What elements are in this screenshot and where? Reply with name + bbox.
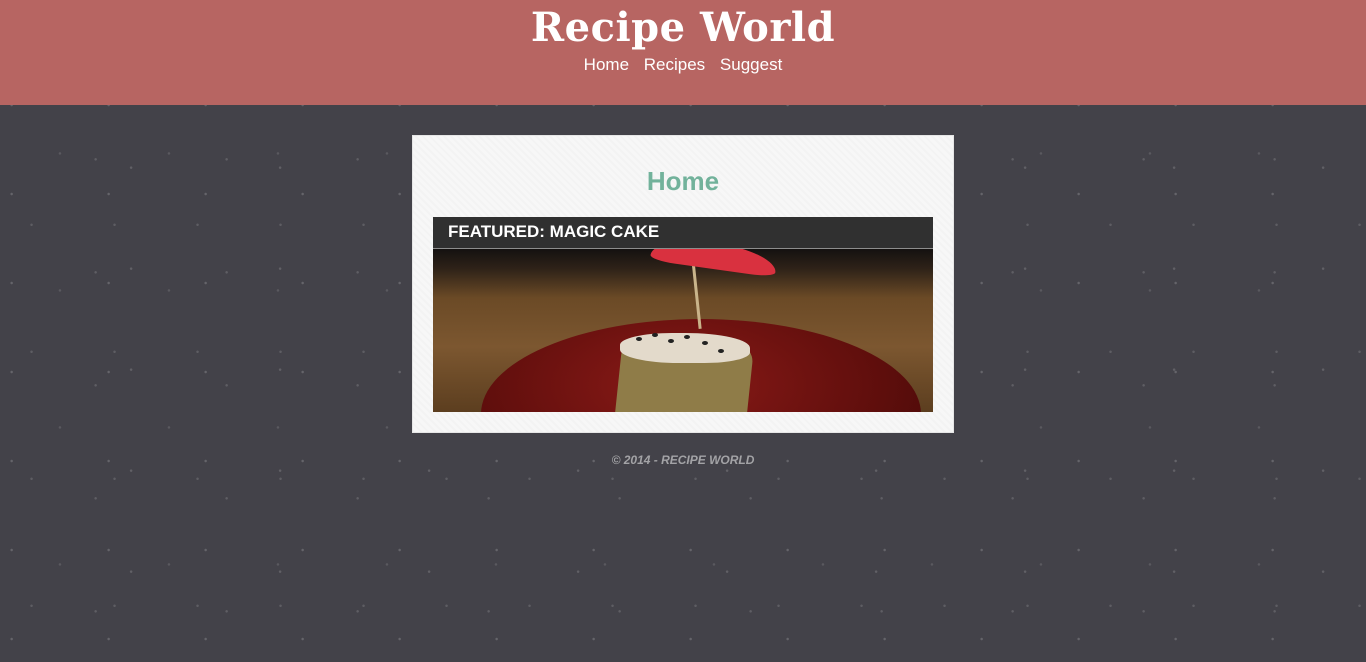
- crumb: [684, 335, 690, 339]
- cake-graphic: [608, 327, 758, 412]
- crumb: [668, 339, 674, 343]
- site-title[interactable]: Recipe World: [0, 0, 1366, 51]
- crumb: [636, 337, 642, 341]
- main-nav: Home Recipes Suggest: [0, 55, 1366, 75]
- featured-recipe-image[interactable]: [433, 249, 933, 412]
- nav-link-suggest[interactable]: Suggest: [720, 55, 782, 74]
- content-card: Home Featured: Magic Cake: [412, 135, 954, 433]
- site-header: Recipe World Home Recipes Suggest: [0, 0, 1366, 105]
- nav-link-home[interactable]: Home: [584, 55, 629, 74]
- featured-recipe-label[interactable]: Featured: Magic Cake: [433, 217, 933, 249]
- umbrella-icon: [649, 249, 779, 278]
- crumb: [718, 349, 724, 353]
- nav-link-recipes[interactable]: Recipes: [644, 55, 705, 74]
- crumb: [652, 333, 658, 337]
- site-footer: © 2014 - RECIPE WORLD: [611, 453, 755, 467]
- page-title: Home: [646, 166, 720, 196]
- crumb: [702, 341, 708, 345]
- featured-recipe-card[interactable]: Featured: Magic Cake: [433, 217, 933, 412]
